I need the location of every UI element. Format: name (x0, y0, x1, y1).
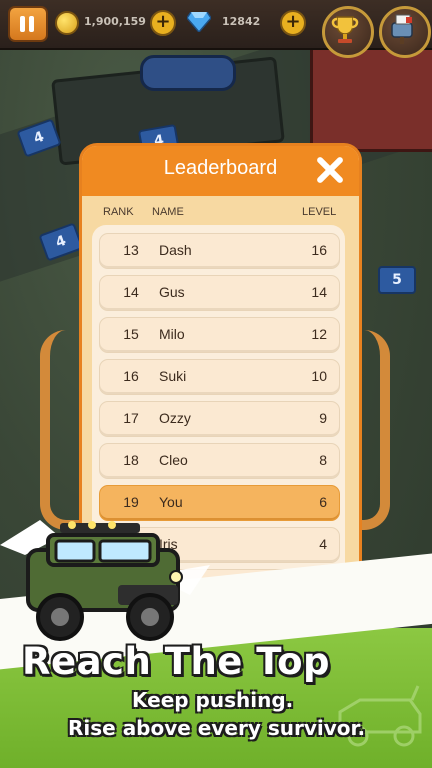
row-level: 10 (311, 368, 327, 384)
row-rank: 16 (123, 368, 139, 384)
row-rank: 14 (123, 284, 139, 300)
row-level: 4 (319, 536, 327, 552)
top-bar: 1,900,159 + 12842 + (0, 0, 432, 58)
row-name: Gus (159, 284, 185, 300)
coin-icon (55, 11, 79, 35)
add-coins-button[interactable]: + (150, 10, 176, 36)
red-container (310, 46, 432, 152)
row-level: 16 (311, 242, 327, 258)
leaderboard-row: 15 Milo 12 (99, 317, 340, 353)
mailbox-icon (391, 14, 413, 44)
coin-balance: 1,900,159 (84, 15, 146, 28)
row-rank: 13 (123, 242, 139, 258)
promo-subtitle-line2: Rise above every survivor. (68, 716, 366, 740)
level-column-header: LEVEL (302, 206, 337, 218)
trophy-button[interactable] (322, 6, 374, 58)
row-level: 12 (311, 326, 327, 342)
level-tile: 5 (378, 266, 416, 294)
row-level: 6 (319, 494, 327, 510)
leaderboard-row: 17 Ozzy 9 (99, 401, 340, 437)
promo-subtitle-line1: Keep pushing. (132, 688, 294, 712)
jeep-illustration (0, 520, 210, 641)
row-rank: 19 (123, 494, 139, 510)
dialog-header: Leaderboard (82, 146, 359, 196)
row-name: Suki (159, 368, 187, 384)
pause-button[interactable] (8, 6, 48, 42)
close-button[interactable] (315, 155, 345, 185)
row-name: Milo (159, 326, 185, 342)
leaderboard-row: 13 Dash 16 (99, 233, 340, 269)
promo-title: Reach The Top (22, 640, 330, 683)
row-name: Dash (159, 242, 192, 258)
row-rank: 15 (123, 326, 139, 342)
row-name: Ozzy (159, 410, 191, 426)
row-rank: 17 (123, 410, 139, 426)
add-gems-button[interactable]: + (280, 10, 306, 36)
row-level: 8 (319, 452, 327, 468)
leaderboard-row: 16 Suki 10 (99, 359, 340, 395)
row-rank: 18 (123, 452, 139, 468)
row-level: 9 (319, 410, 327, 426)
leaderboard-row: 18 Cleo 8 (99, 443, 340, 479)
row-name: You (159, 494, 183, 510)
game-scene: 4 4 4 5 1,900,159 + 12842 + Leaderboard … (0, 0, 432, 768)
trophy-icon (331, 16, 359, 43)
leaderboard-row: 14 Gus 14 (99, 275, 340, 311)
name-column-header: NAME (152, 206, 184, 218)
row-name: Cleo (159, 452, 188, 468)
row-level: 14 (311, 284, 327, 300)
rank-column-header: RANK (103, 206, 134, 218)
mailbox-button[interactable] (379, 6, 431, 58)
blue-tank (140, 55, 236, 91)
gem-balance: 12842 (222, 15, 261, 28)
